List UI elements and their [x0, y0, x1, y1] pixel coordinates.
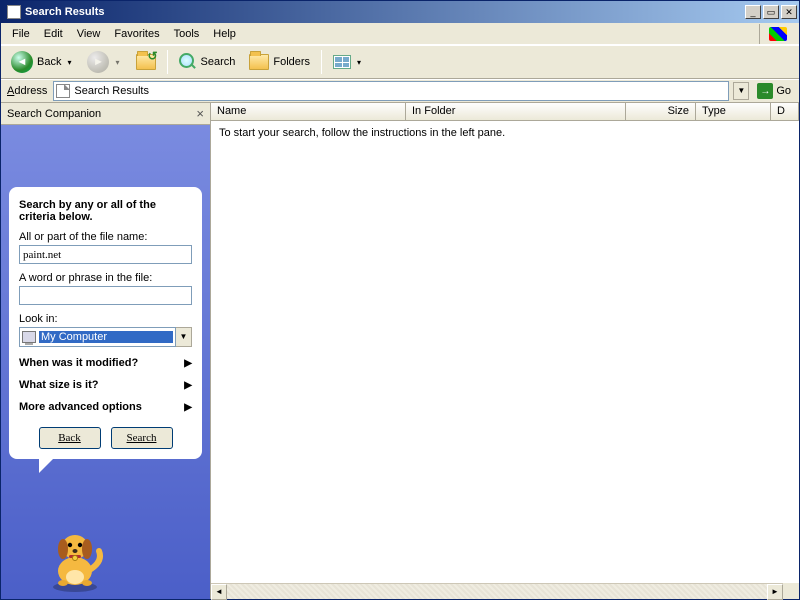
empty-hint: To start your search, follow the instruc… [211, 121, 799, 145]
chevron-right-icon: ▶ [184, 358, 192, 369]
filename-label: All or part of the file name: [19, 231, 192, 243]
folders-button[interactable]: Folders [243, 50, 316, 74]
toolbar: ◄ Back ▾ ► ▾ Search Folders ▾ [1, 45, 799, 79]
expander-label: More advanced options [19, 401, 142, 413]
separator [167, 50, 168, 74]
address-dropdown-button[interactable]: ▼ [733, 82, 749, 100]
chevron-right-icon: ▶ [184, 380, 192, 391]
windows-flag-icon [769, 27, 787, 41]
forward-dropdown-icon: ▾ [113, 58, 121, 67]
column-headers: Name In Folder Size Type D [211, 103, 799, 121]
back-arrow-icon: ◄ [11, 51, 33, 73]
maximize-button[interactable]: ▭ [763, 5, 779, 19]
pane-close-button[interactable]: × [196, 106, 204, 121]
search-form-balloon: Search by any or all of the criteria bel… [9, 187, 202, 459]
column-size[interactable]: Size [626, 103, 696, 120]
expander-advanced[interactable]: More advanced options ▶ [19, 401, 192, 413]
address-input[interactable]: Search Results [53, 81, 729, 101]
lookin-value: My Computer [39, 331, 173, 343]
views-icon [333, 55, 351, 69]
pane-title: Search Companion [7, 108, 196, 120]
scroll-right-button[interactable]: ► [767, 584, 783, 600]
computer-icon [22, 331, 36, 343]
column-extra[interactable]: D [771, 103, 799, 120]
folder-up-icon [136, 54, 156, 70]
menu-edit[interactable]: Edit [37, 26, 70, 42]
expander-label: When was it modified? [19, 357, 138, 369]
search-icon [179, 53, 197, 71]
views-button[interactable]: ▾ [327, 51, 369, 73]
window-title: Search Results [25, 6, 745, 18]
pane-body: Search by any or all of the criteria bel… [1, 125, 210, 599]
address-label: Address [5, 85, 49, 97]
main-area: Search Companion × Search by any or all … [1, 103, 799, 599]
go-arrow-icon: → [757, 83, 773, 99]
up-button[interactable] [130, 50, 162, 74]
form-heading: Search by any or all of the criteria bel… [19, 199, 192, 223]
lookin-select[interactable]: My Computer [19, 327, 176, 347]
back-button[interactable]: ◄ Back ▾ [5, 47, 79, 77]
views-dropdown-icon[interactable]: ▾ [355, 58, 363, 67]
column-in-folder[interactable]: In Folder [406, 103, 626, 120]
throbber [759, 24, 795, 44]
menu-bar: File Edit View Favorites Tools Help [1, 23, 799, 45]
scroll-left-button[interactable]: ◄ [211, 584, 227, 600]
title-bar: Search Results _ ▭ ✕ [1, 1, 799, 23]
search-companion-pane: Search Companion × Search by any or all … [1, 103, 211, 599]
folders-label: Folders [273, 56, 310, 68]
document-icon [56, 84, 70, 98]
window-icon [7, 5, 21, 19]
expander-label: What size is it? [19, 379, 98, 391]
scroll-track[interactable] [227, 584, 767, 599]
back-form-button[interactable]: Back [39, 427, 101, 449]
close-button[interactable]: ✕ [781, 5, 797, 19]
separator [321, 50, 322, 74]
phrase-input[interactable] [19, 286, 192, 305]
back-label: Back [37, 56, 61, 68]
go-label: Go [776, 85, 791, 97]
expander-modified[interactable]: When was it modified? ▶ [19, 357, 192, 369]
lookin-dropdown-button[interactable]: ▼ [176, 327, 192, 347]
menu-view[interactable]: View [70, 26, 108, 42]
horizontal-scrollbar[interactable]: ◄ ► [211, 583, 783, 599]
chevron-right-icon: ▶ [184, 402, 192, 413]
expander-size[interactable]: What size is it? ▶ [19, 379, 192, 391]
lookin-label: Look in: [19, 313, 192, 325]
back-dropdown-icon[interactable]: ▾ [65, 58, 73, 67]
filename-input[interactable] [19, 245, 192, 264]
search-button[interactable]: Search [173, 49, 242, 75]
address-bar: Address Search Results ▼ → Go [1, 79, 799, 103]
menu-help[interactable]: Help [206, 26, 243, 42]
search-form-button[interactable]: Search [111, 427, 173, 449]
column-name[interactable]: Name [211, 103, 406, 120]
menu-file[interactable]: File [5, 26, 37, 42]
minimize-button[interactable]: _ [745, 5, 761, 19]
column-type[interactable]: Type [696, 103, 771, 120]
pane-header: Search Companion × [1, 103, 210, 125]
results-area: Name In Folder Size Type D To start your… [211, 103, 799, 599]
address-value: Search Results [74, 85, 149, 97]
phrase-label: A word or phrase in the file: [19, 272, 192, 284]
forward-button: ► ▾ [81, 47, 127, 77]
forward-arrow-icon: ► [87, 51, 109, 73]
menu-favorites[interactable]: Favorites [107, 26, 166, 42]
go-button[interactable]: → Go [753, 82, 795, 100]
menu-tools[interactable]: Tools [167, 26, 207, 42]
scroll-corner [783, 583, 799, 599]
folders-icon [249, 54, 269, 70]
search-label: Search [201, 56, 236, 68]
search-dog-icon [39, 521, 111, 593]
